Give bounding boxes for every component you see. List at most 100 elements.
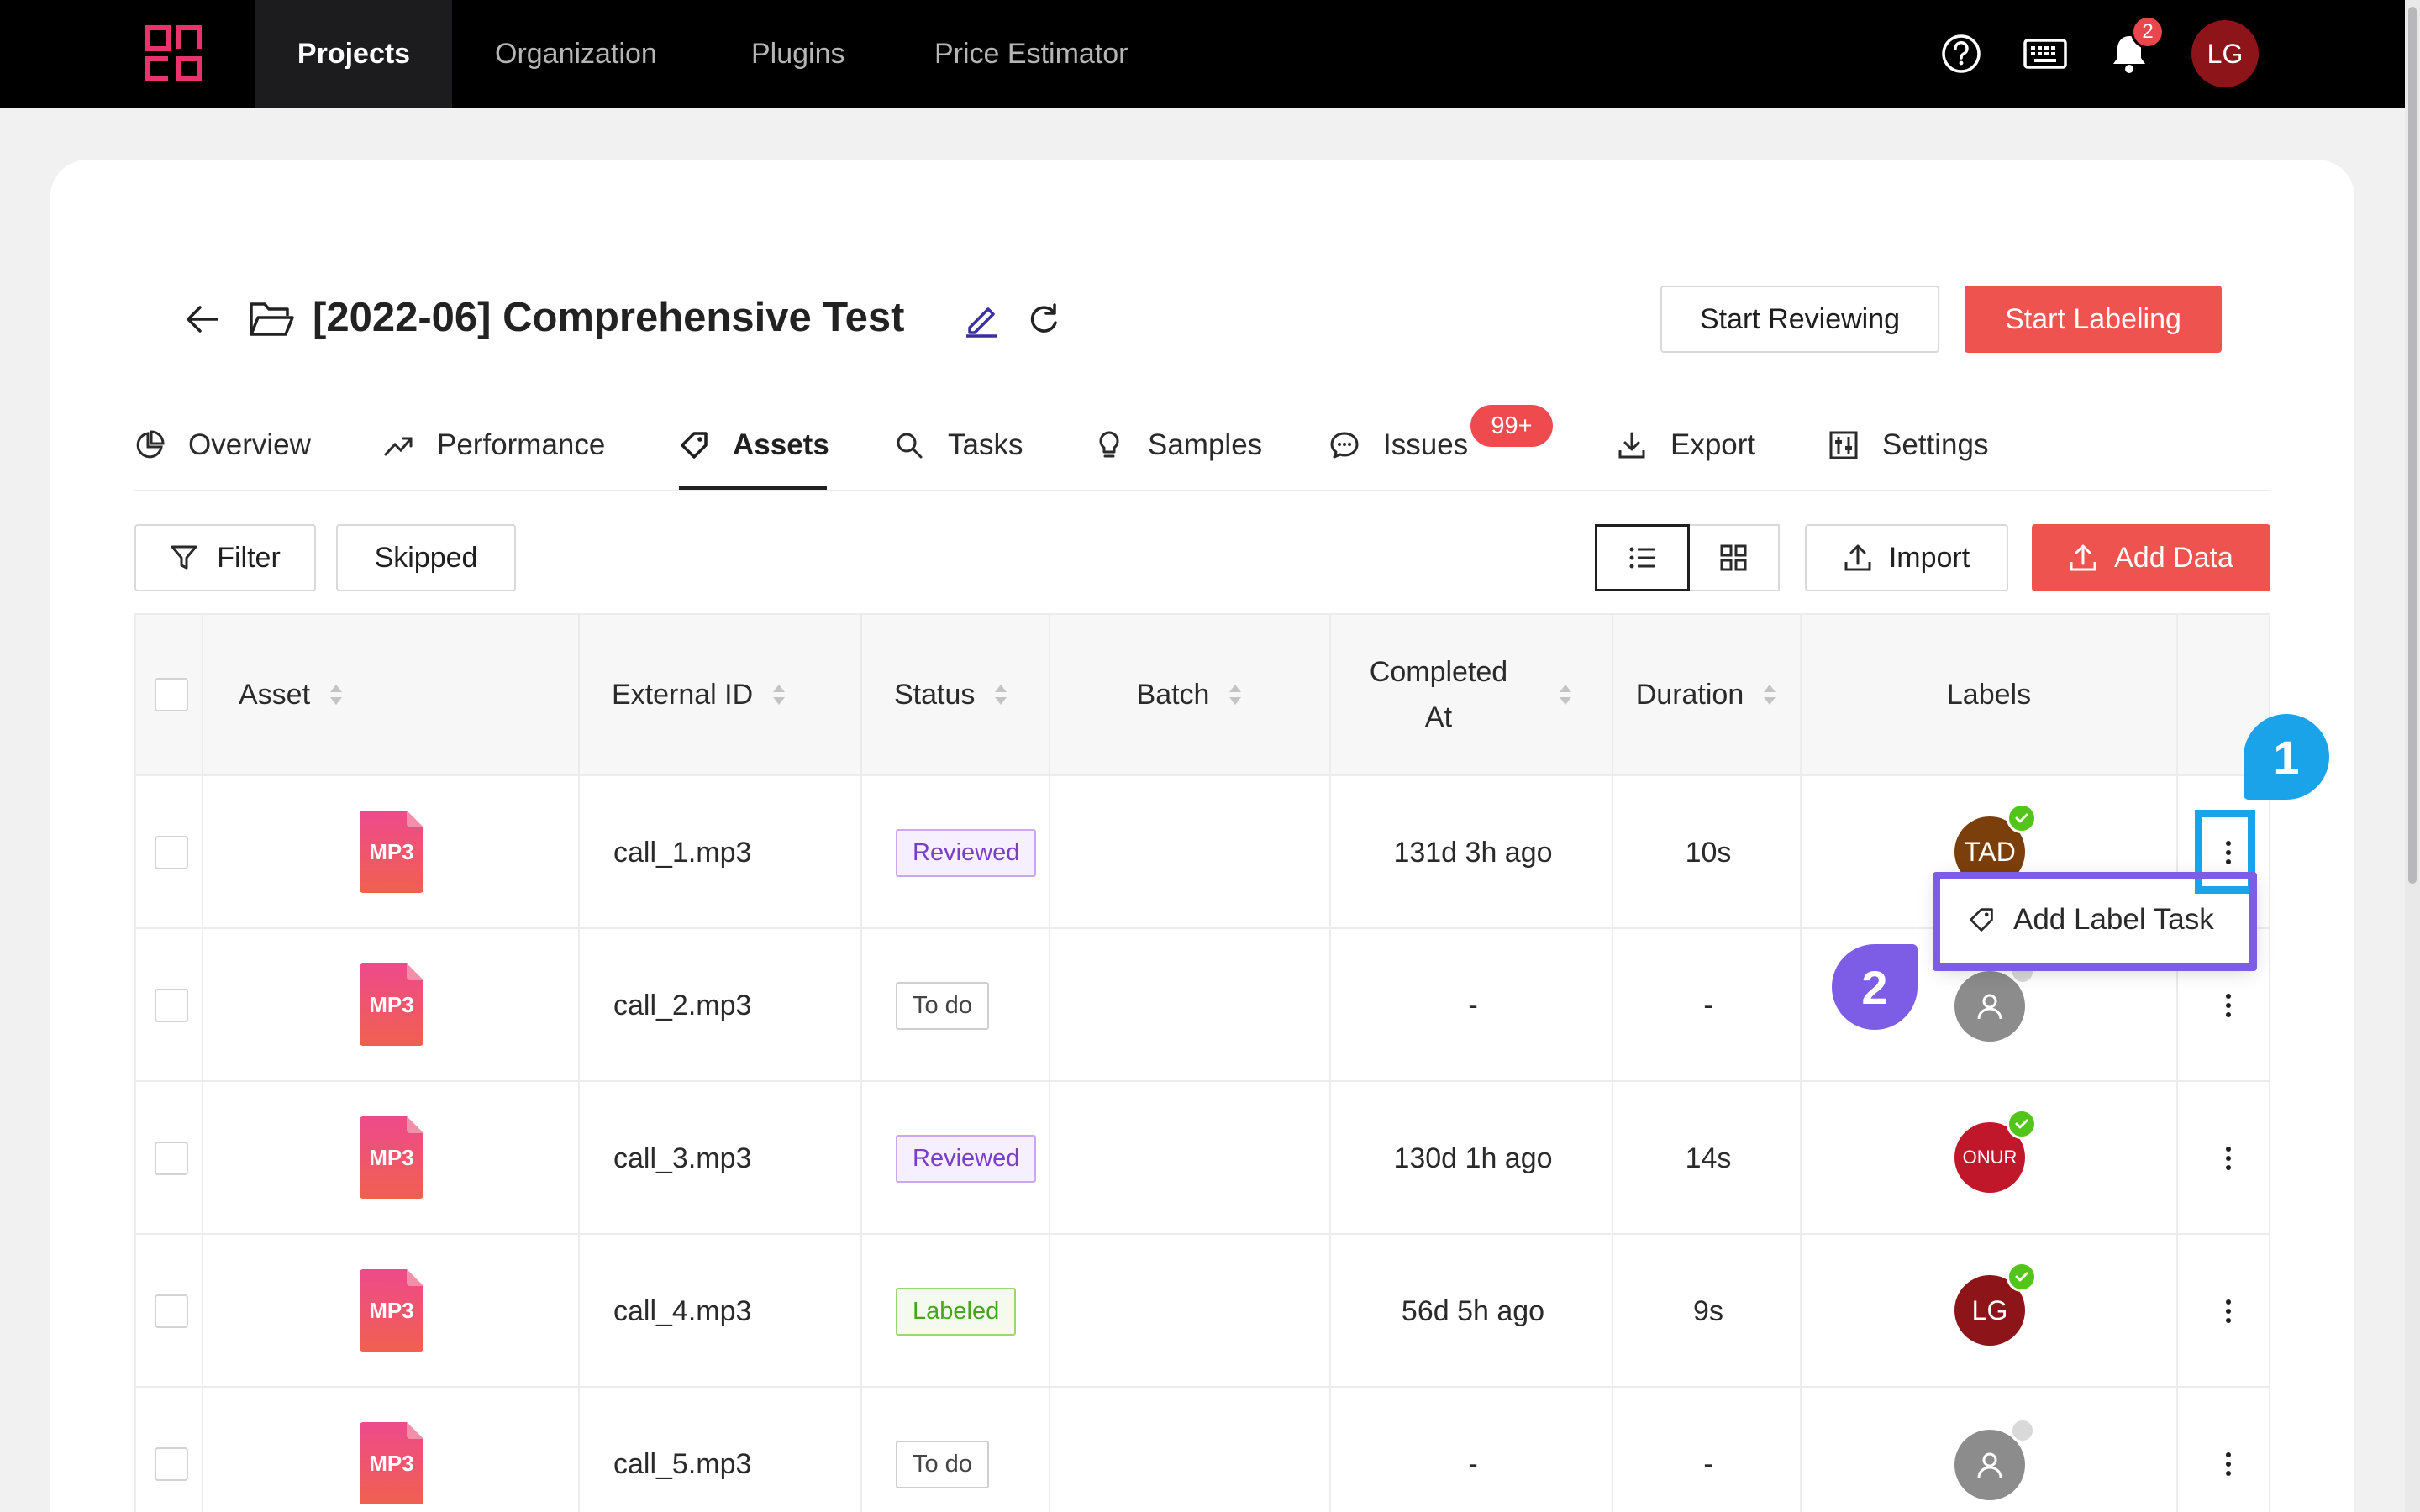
file-type-label: MP3 [369,1298,413,1323]
bulb-icon [1099,431,1119,458]
file-type-label: MP3 [369,992,413,1017]
header-label: Status [894,678,976,711]
column-header-completed-at[interactable]: Completed At [1331,613,1612,776]
tab-label: Issues [1383,428,1469,461]
start-reviewing-button[interactable]: Start Reviewing [1660,286,1939,353]
tab-export[interactable]: Export [1617,420,1755,470]
status-badge: Reviewed [896,1134,1037,1183]
external-id-cell: call_3.mp3 [613,1142,752,1174]
nav-plugins[interactable]: Plugins [751,0,845,108]
status-badge: To do [896,1440,989,1488]
nav-price-estimator[interactable]: Price Estimator [934,0,1128,108]
app-logo-icon[interactable] [145,25,202,81]
refresh-icon[interactable] [1025,301,1062,338]
header-label: Asset [239,678,311,711]
row-more-options-icon[interactable] [2212,980,2245,1031]
tab-performance[interactable]: Performance [383,420,605,470]
help-icon[interactable] [1938,30,1985,77]
top-navigation-bar: Projects Organization Plugins Price Esti… [0,0,2405,108]
tab-samples[interactable]: Samples [1094,420,1262,470]
check-icon [2007,1109,2037,1139]
file-type-label: MP3 [369,1145,413,1170]
header-label: Completed [1369,655,1508,688]
mp3-file-icon[interactable]: MP3 [360,1422,424,1504]
tab-assets[interactable]: Assets [679,420,829,470]
column-header-external-id[interactable]: External ID [612,613,830,776]
table-row[interactable]: MP3 call_3.mp3 Reviewed 130d 1h ago 14s … [134,1082,2270,1235]
tab-overview[interactable]: Overview [134,420,311,470]
column-header-duration[interactable]: Duration [1613,613,1800,776]
row-more-options-icon[interactable] [2212,1286,2245,1336]
duration-cell: - [1703,1447,1713,1480]
external-id-cell: call_2.mp3 [613,989,752,1021]
sort-icon [773,685,786,705]
filter-button[interactable]: Filter [134,524,316,591]
grid-view-button[interactable] [1688,526,1778,590]
external-id-cell: call_4.mp3 [613,1294,752,1327]
row-checkbox[interactable] [155,1447,188,1481]
column-header-asset[interactable]: Asset [235,613,395,776]
column-header-batch[interactable]: Batch [1050,613,1329,776]
filter-label: Filter [217,541,281,574]
mp3-file-icon[interactable]: MP3 [360,1269,424,1352]
completed-at-cell: - [1468,1447,1478,1480]
status-cell: Reviewed [896,1082,1037,1235]
issues-count-badge: 99+ [1470,405,1553,447]
row-checkbox[interactable] [155,1142,188,1175]
mp3-file-icon[interactable]: MP3 [360,963,424,1046]
header-label: Duration [1635,678,1744,711]
column-header-status[interactable]: Status [894,613,1045,776]
tag-icon [681,432,708,459]
batch-cell [1052,1235,1331,1388]
project-title: [2022-06] Comprehensive Test [313,295,905,340]
import-label: Import [1888,541,1970,574]
completed-at-cell: 131d 3h ago [1393,836,1553,869]
add-data-label: Add Data [2114,541,2233,574]
tab-settings[interactable]: Settings [1828,420,1988,470]
scrollbar-thumb[interactable] [2408,7,2417,884]
keyboard-icon[interactable] [2022,30,2069,77]
import-button[interactable]: Import [1805,524,2008,591]
user-avatar[interactable]: LG [2191,20,2259,87]
back-arrow-icon[interactable] [183,301,220,338]
file-type-label: MP3 [369,1451,413,1476]
step-2-highlight [1933,872,2257,971]
edit-pencil-icon[interactable] [963,299,1000,339]
start-labeling-button[interactable]: Start Labeling [1965,286,2222,353]
upload-icon [2070,544,2096,571]
table-row[interactable]: MP3 call_4.mp3 Labeled 56d 5h ago 9s LG [134,1235,2270,1388]
duration-cell: 10s [1685,836,1732,869]
tab-tasks[interactable]: Tasks [894,420,1023,470]
select-all-checkbox[interactable] [155,678,188,711]
nav-projects[interactable]: Projects [255,0,452,108]
mp3-file-icon[interactable]: MP3 [360,811,424,893]
row-checkbox[interactable] [155,1294,188,1328]
completed-at-cell: - [1468,989,1478,1021]
batch-cell [1052,776,1331,929]
row-more-options-icon[interactable] [2212,1439,2245,1489]
status-badge: Reviewed [896,828,1037,877]
check-icon [2007,1262,2037,1292]
status-badge: To do [896,981,989,1030]
nav-organization[interactable]: Organization [495,0,657,108]
sort-icon [1229,685,1242,705]
pie-chart-icon [136,430,165,459]
tab-issues[interactable]: Issues [1329,420,1468,470]
row-checkbox[interactable] [155,989,188,1022]
header-label: Batch [1136,678,1210,711]
list-icon [1629,547,1655,569]
row-checkbox[interactable] [155,836,188,869]
add-data-button[interactable]: Add Data [2032,524,2270,591]
status-cell: To do [896,929,989,1082]
list-view-button[interactable] [1595,524,1690,591]
check-icon [2007,803,2037,833]
page-scrollbar[interactable] [2405,0,2420,1512]
notification-count-badge: 2 [2131,15,2165,49]
row-more-options-icon[interactable] [2212,1133,2245,1184]
status-cell: Labeled [896,1235,1017,1388]
status-cell: To do [896,1388,989,1512]
tab-label: Samples [1148,428,1263,461]
mp3-file-icon[interactable]: MP3 [360,1116,424,1199]
skipped-button[interactable]: Skipped [336,524,516,591]
table-row[interactable]: MP3 call_5.mp3 To do - - [134,1388,2270,1512]
